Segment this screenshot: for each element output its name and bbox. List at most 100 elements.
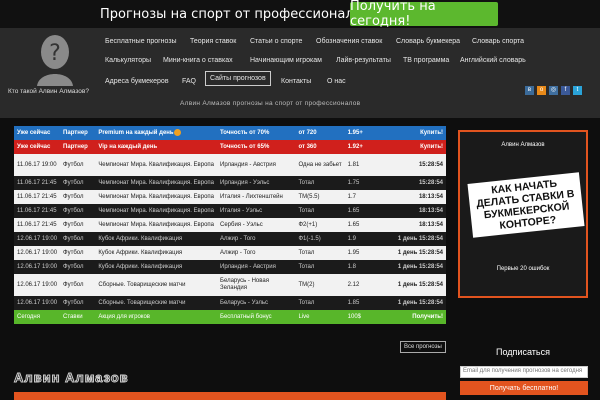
table-row[interactable]: 11.06.17 21:45 Футбол Чемпионат Мира. Квал… xyxy=(14,190,446,204)
instagram-icon[interactable]: ◎ xyxy=(549,86,558,95)
table-cell: Бесплатный бонус xyxy=(217,310,296,324)
nav-faq[interactable]: FAQ xyxy=(182,78,196,85)
table-row[interactable]: 12.06.17 19:00 Футбол Кубок Африки. Квалиф… xyxy=(14,260,446,274)
nav-bet-notation[interactable]: Обозначения ставок xyxy=(316,38,382,45)
table-cell: 12.06.17 19:00 xyxy=(14,296,61,310)
table-row[interactable]: 12.06.17 19:00 Футбол Сборные. Товарищески… xyxy=(14,296,446,310)
get-today-button[interactable]: Получить на сегодня! xyxy=(350,0,498,29)
table-cell: Футбол xyxy=(60,154,96,176)
table-cell: Футбол xyxy=(60,274,96,296)
subscribe-button[interactable]: Получать бесплатно! xyxy=(460,381,588,395)
tips-table: Уже сейчас Партнер Premium на каждый день Т… xyxy=(14,126,446,324)
table-cell[interactable]: 1 день 15:28:54 xyxy=(390,232,446,246)
vk-icon[interactable]: в xyxy=(525,86,534,95)
nav-calculators[interactable]: Калькуляторы xyxy=(105,57,151,64)
table-cell: Сербия - Уэльс xyxy=(217,218,296,232)
table-row[interactable]: 12.06.17 19:00 Футбол Кубок Африки. Квалиф… xyxy=(14,232,446,246)
table-cell: Алжир - Того xyxy=(217,246,296,260)
table-cell: Футбол xyxy=(60,176,96,190)
table-cell: 1.65 xyxy=(344,218,391,232)
table-row[interactable]: Уже сейчас Партнер Premium на каждый день Т… xyxy=(14,126,446,140)
subscribe-title: Подписаться xyxy=(496,347,550,357)
table-row[interactable]: 11.06.17 19:00 Футбол Чемпионат Мира. Квал… xyxy=(14,154,446,176)
table-cell: 11.06.17 19:00 xyxy=(14,154,61,176)
table-cell[interactable]: 1 день 15:28:54 xyxy=(390,260,446,274)
table-cell: 1.85 xyxy=(344,296,391,310)
table-row[interactable]: 11.06.17 21:45 Футбол Чемпионат Мира. Квал… xyxy=(14,204,446,218)
nav-english-dictionary[interactable]: Английский словарь xyxy=(460,57,526,64)
table-cell: Ирландия - Уэльс xyxy=(217,176,296,190)
table-cell[interactable]: 15:28:54 xyxy=(390,154,446,176)
table-cell[interactable]: 1 день 15:28:54 xyxy=(390,246,446,260)
table-row[interactable]: Сегодня Ставки Акция для игроков Бесплатный… xyxy=(14,310,446,324)
ebook-banner[interactable]: Алвин Алмазов КАК НАЧАТЬ ДЕЛАТЬ СТАВКИ В… xyxy=(458,130,588,298)
table-cell[interactable]: Купить! xyxy=(390,126,446,140)
nav-beginners[interactable]: Начинающим игрокам xyxy=(250,57,322,64)
banner-author: Алвин Алмазов xyxy=(501,142,545,148)
table-cell: Premium на каждый день xyxy=(95,126,218,140)
table-cell: Тотал xyxy=(295,296,345,310)
table-cell[interactable]: 1 день 15:28:54 xyxy=(390,274,446,296)
about-author-link[interactable]: Кто такой Алвин Алмазов? xyxy=(8,88,89,95)
table-cell[interactable]: Купить! xyxy=(390,140,446,154)
table-cell: 2.12 xyxy=(344,274,391,296)
table-row[interactable]: 12.06.17 19:00 Футбол Сборные. Товарищески… xyxy=(14,274,446,296)
table-cell: Точность от 70% xyxy=(217,126,296,140)
table-cell: Live xyxy=(295,310,345,324)
table-cell: Тотал xyxy=(295,260,345,274)
svg-text:?: ? xyxy=(49,41,61,66)
section-title: Алвин Алмазов xyxy=(14,370,129,386)
table-row[interactable]: 11.06.17 21:45 Футбол Чемпионат Мира. Квал… xyxy=(14,176,446,190)
nav-about[interactable]: О нас xyxy=(327,78,346,85)
promo-text: Прогнозы на спорт от профессионалов xyxy=(100,7,370,22)
table-cell: 1.95+ xyxy=(344,126,391,140)
nav-betting-theory[interactable]: Теория ставок xyxy=(190,38,236,45)
table-cell: 1.81 xyxy=(344,154,391,176)
ok-icon[interactable]: о xyxy=(537,86,546,95)
nav-tip-sites[interactable]: Сайты прогнозов xyxy=(205,71,271,86)
nav-sport-articles[interactable]: Статьи о спорте xyxy=(250,38,302,45)
nav-live-results[interactable]: Лайв-результаты xyxy=(336,57,391,64)
twitter-icon[interactable]: t xyxy=(573,86,582,95)
table-cell: от 360 xyxy=(295,140,345,154)
table-cell: Алжир - Того xyxy=(217,232,296,246)
premium-label: Premium на каждый день xyxy=(98,130,174,137)
table-cell: Точность от 65% xyxy=(217,140,296,154)
table-cell: Беларусь - Новая Зеландия xyxy=(217,274,296,296)
table-cell[interactable]: 15:28:54 xyxy=(390,176,446,190)
table-cell[interactable]: 18:13:54 xyxy=(390,218,446,232)
subscribe-email-field[interactable]: Email для получения прогнозов на сегодня xyxy=(460,366,588,378)
avatar-placeholder-icon[interactable]: ? xyxy=(35,32,75,86)
table-cell: 11.06.17 21:45 xyxy=(14,190,61,204)
table-cell: Футбол xyxy=(60,204,96,218)
nav-free-tips[interactable]: Бесплатные прогнозы xyxy=(105,38,177,45)
nav-sport-dictionary[interactable]: Словарь спорта xyxy=(472,38,524,45)
nav-tv-program[interactable]: ТВ программа xyxy=(403,57,449,64)
table-cell: 1.9 xyxy=(344,232,391,246)
nav-bookmaker-dictionary[interactable]: Словарь букмекера xyxy=(396,38,460,45)
table-cell: Чемпионат Мира. Квалификация. Европа xyxy=(95,154,218,176)
table-row[interactable]: 11.06.17 21:45 Футбол Чемпионат Мира. Квал… xyxy=(14,218,446,232)
table-cell: Одна не забьет xyxy=(295,154,345,176)
table-cell: Тотал xyxy=(295,246,345,260)
table-cell: Уже сейчас xyxy=(14,126,61,140)
table-cell: Сборные. Товарищеские матчи xyxy=(95,274,218,296)
table-cell: 1.7 xyxy=(344,190,391,204)
table-row[interactable]: 12.06.17 19:00 Футбол Кубок Африки. Квалиф… xyxy=(14,246,446,260)
page-subtitle: Алвин Алмазов прогнозы на спорт от профе… xyxy=(180,100,361,107)
table-cell[interactable]: 18:13:54 xyxy=(390,204,446,218)
facebook-icon[interactable]: f xyxy=(561,86,570,95)
table-row[interactable]: Уже сейчас Партнер Vip на каждый день Точно… xyxy=(14,140,446,154)
table-cell: Чемпионат Мира. Квалификация. Европа xyxy=(95,176,218,190)
nav-contacts[interactable]: Контакты xyxy=(281,78,311,85)
table-cell: Беларусь - Уэльс xyxy=(217,296,296,310)
all-tips-link[interactable]: Все прогнозы xyxy=(400,341,446,353)
table-cell[interactable]: Получить! xyxy=(390,310,446,324)
table-cell: Партнер xyxy=(60,140,96,154)
table-cell[interactable]: 18:13:54 xyxy=(390,190,446,204)
table-cell: Кубок Африки. Квалификация xyxy=(95,260,218,274)
table-cell: Италия - Лихтенштейн xyxy=(217,190,296,204)
table-cell[interactable]: 1 день 15:28:54 xyxy=(390,296,446,310)
nav-bookmaker-addresses[interactable]: Адреса букмекеров xyxy=(105,78,169,85)
nav-mini-book[interactable]: Мини-книга о ставках xyxy=(163,57,233,64)
